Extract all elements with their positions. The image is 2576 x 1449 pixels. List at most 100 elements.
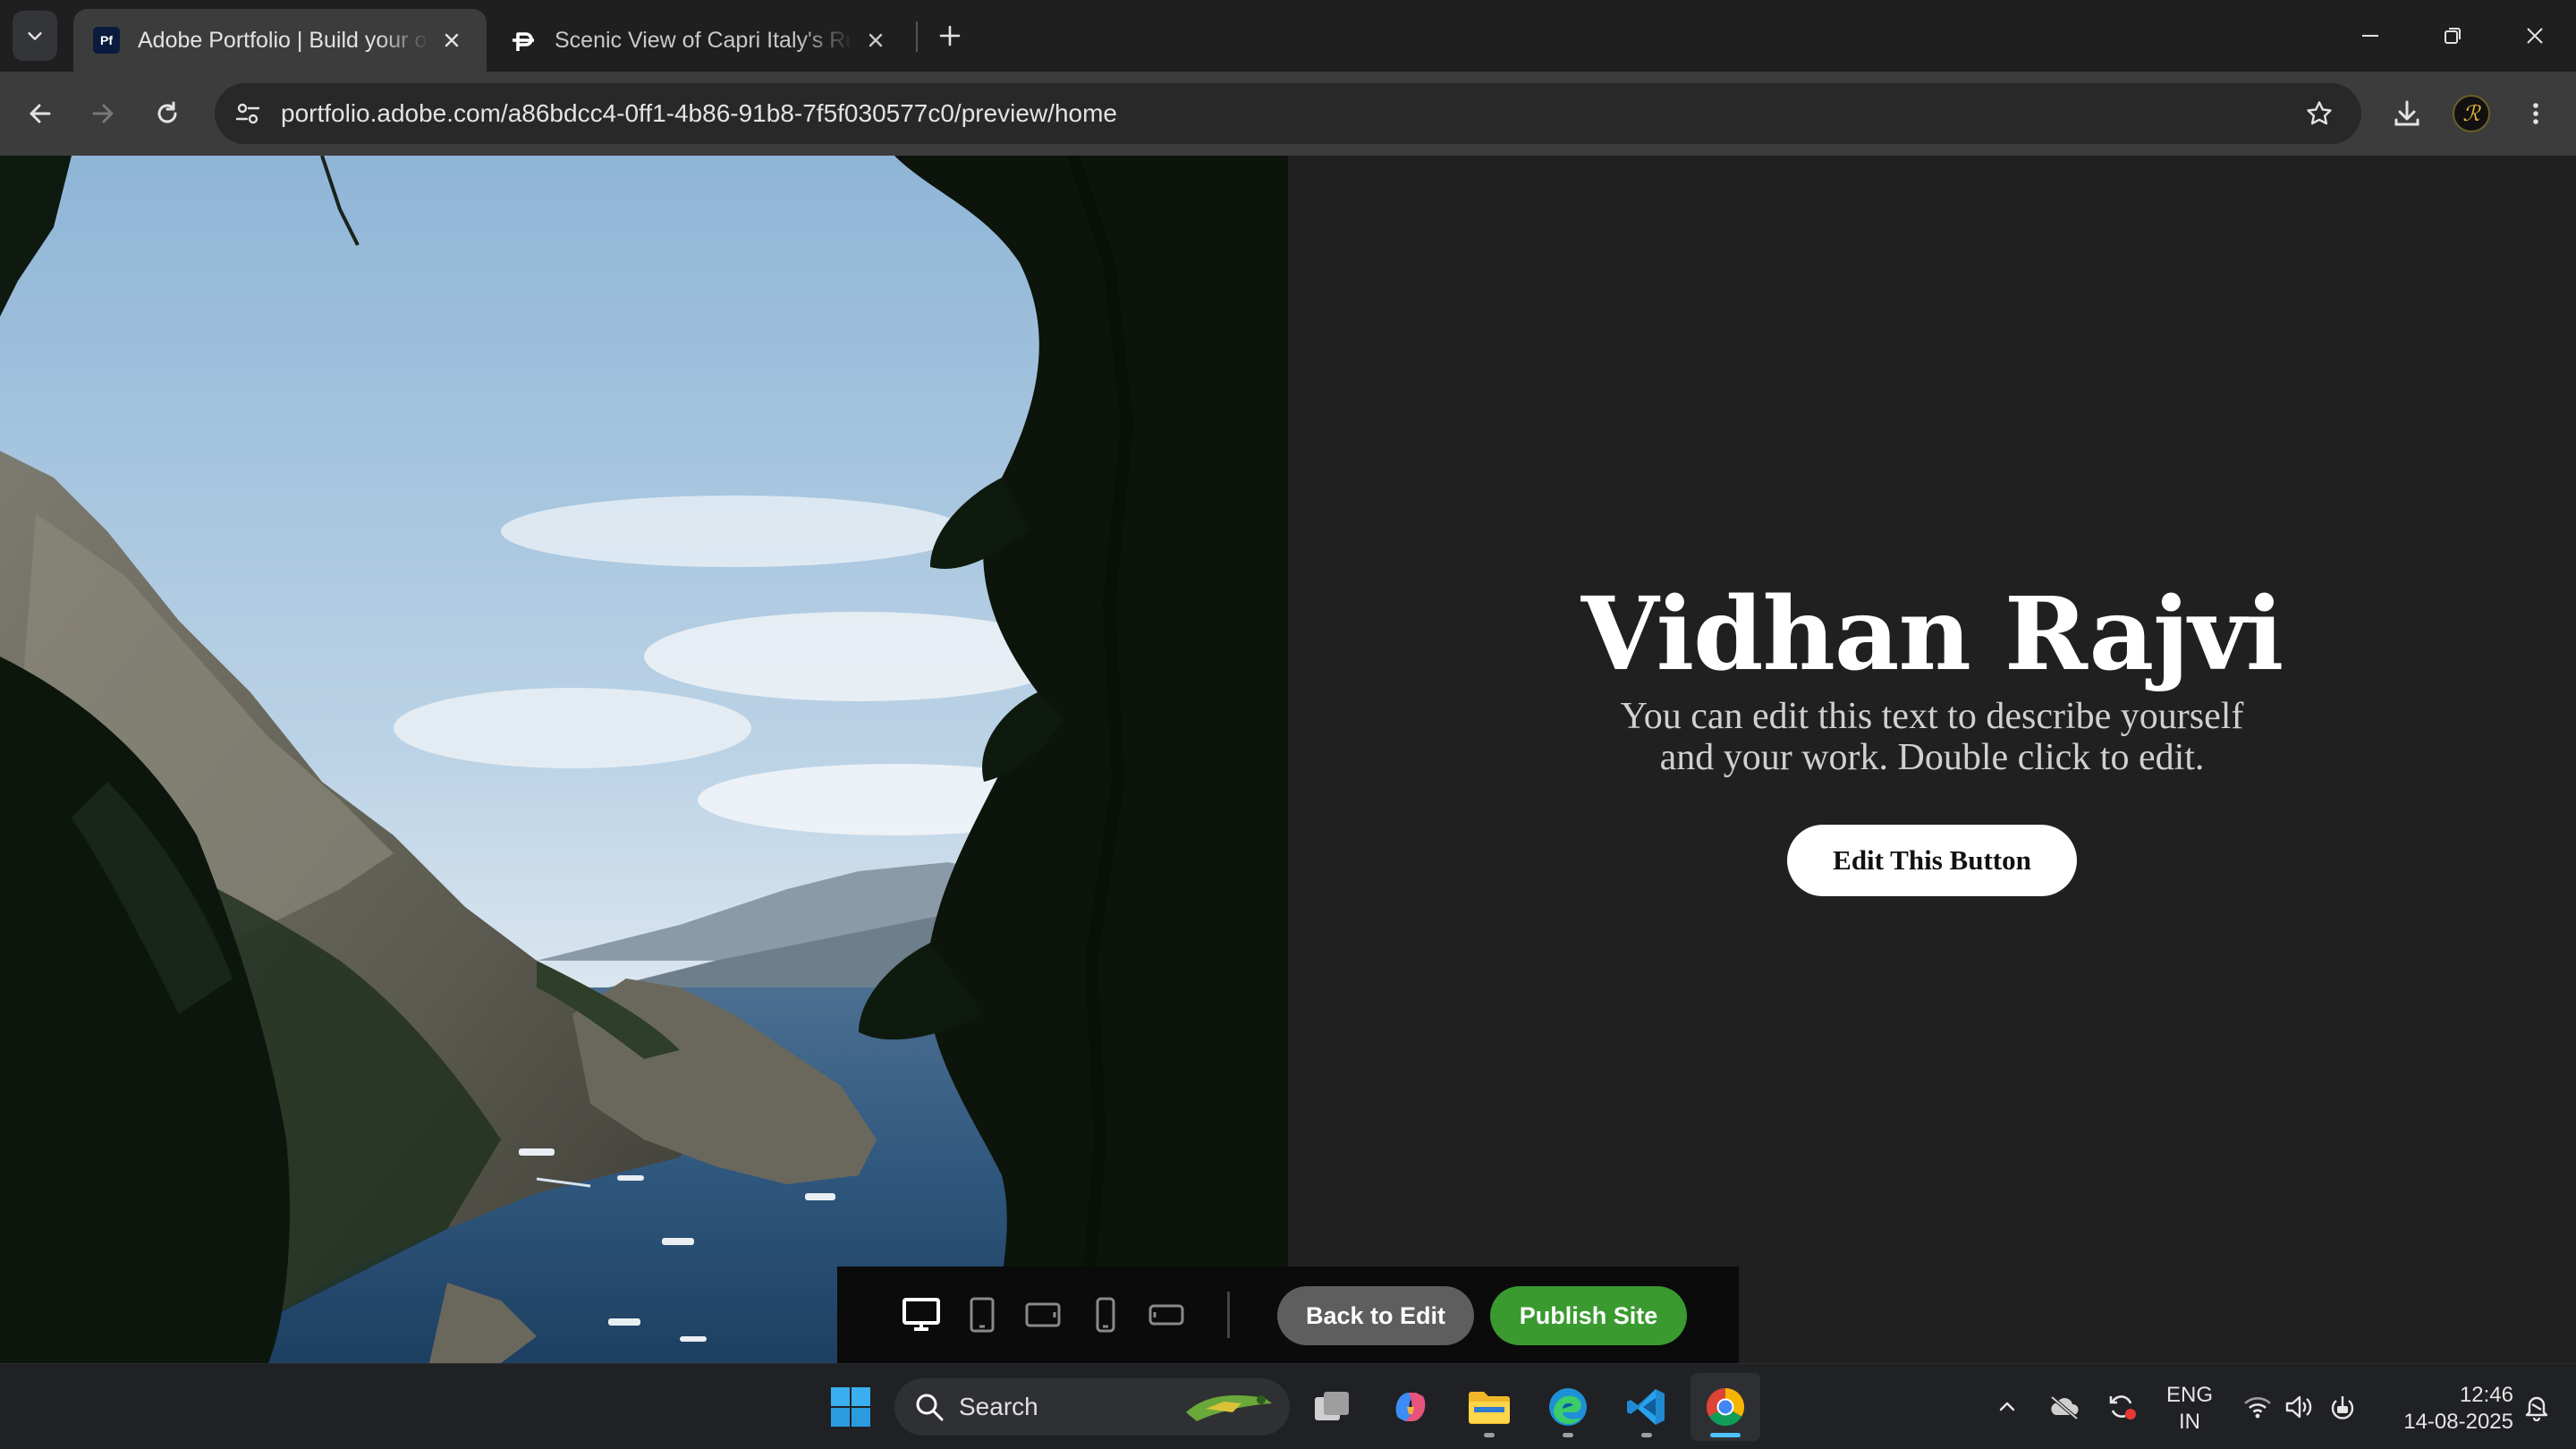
folder-icon: [1469, 1392, 1510, 1424]
tab-search-button[interactable]: [13, 11, 57, 61]
close-tab-icon[interactable]: [436, 25, 467, 55]
address-bar[interactable]: portfolio.adobe.com/a86bdcc4-0ff1-4b86-9…: [215, 83, 2361, 144]
language-indicator[interactable]: ENG IN: [2157, 1382, 2222, 1436]
search-highlight-icon: [1186, 1395, 1272, 1421]
site-owner-name: Vidhan Rajvi: [1580, 576, 2284, 693]
notification-bell-icon: [2525, 1396, 2548, 1421]
notifications-button[interactable]: [2510, 1364, 2563, 1449]
search-placeholder: Search: [959, 1393, 1038, 1420]
clock-time: 12:46: [2459, 1383, 2513, 1407]
phone-portrait-preview-button[interactable]: [1084, 1293, 1127, 1336]
phone-portrait-icon: [1096, 1297, 1115, 1333]
plus-icon: [939, 25, 961, 47]
bookmark-star-icon[interactable]: [2301, 95, 2338, 132]
running-indicator: [1641, 1433, 1652, 1437]
capri-coastline-photo: [0, 156, 1288, 1363]
new-tab-button[interactable]: [930, 16, 970, 55]
sync-tray-icon[interactable]: [2102, 1364, 2141, 1449]
copilot-button[interactable]: [1376, 1373, 1445, 1441]
favicon-text: Pf: [100, 33, 113, 47]
language-code: ENG: [2165, 1383, 2213, 1407]
back-button[interactable]: [18, 91, 63, 136]
profile-monogram-icon: ℛ: [2453, 95, 2490, 132]
running-indicator: [1710, 1433, 1741, 1437]
chevron-up-icon: [1999, 1402, 2015, 1411]
hero-description: You can edit this text to describe yours…: [1620, 696, 2244, 778]
tab-separator: [916, 21, 918, 52]
start-button[interactable]: [816, 1373, 886, 1441]
portfolio-preview-page: Vidhan Rajvi You can edit this text to d…: [0, 156, 2576, 1363]
file-explorer-button[interactable]: [1454, 1373, 1524, 1441]
edge-icon: [1549, 1388, 1587, 1426]
windows-start-icon: [831, 1387, 870, 1427]
taskbar-search-box[interactable]: Search: [894, 1378, 1290, 1436]
adobe-portfolio-favicon-icon: Pf: [93, 27, 120, 54]
tablet-portrait-preview-button[interactable]: [961, 1293, 1004, 1336]
profile-avatar[interactable]: ℛ: [2449, 91, 2494, 136]
windows-taskbar: Search ENG IN 12:46 14-08-2025: [0, 1363, 2576, 1449]
url-text[interactable]: portfolio.adobe.com/a86bdcc4-0ff1-4b86-9…: [281, 83, 1117, 144]
phone-landscape-preview-button[interactable]: [1145, 1293, 1188, 1336]
close-window-button[interactable]: [2494, 0, 2576, 72]
vscode-button[interactable]: [1612, 1373, 1682, 1441]
reload-button[interactable]: [145, 91, 190, 136]
tab-title: Scenic View of Capri Italy's Rugged Coas…: [555, 27, 853, 53]
edit-this-button[interactable]: Edit This Button: [1787, 825, 2077, 896]
arrow-left-icon: [30, 104, 51, 123]
wifi-tray-icon[interactable]: [2240, 1364, 2275, 1449]
close-tab-icon[interactable]: [860, 25, 891, 55]
tablet-portrait-icon: [970, 1297, 995, 1333]
site-info-icon[interactable]: [229, 95, 267, 132]
task-view-icon: [1315, 1392, 1349, 1420]
show-hidden-icons-button[interactable]: [1987, 1364, 2027, 1449]
browser-menu-button[interactable]: [2513, 91, 2558, 136]
arrow-right-icon: [92, 104, 114, 123]
vscode-icon: [1627, 1389, 1665, 1425]
preview-toolbar: Back to Edit Publish Site: [837, 1267, 1739, 1363]
hero-section: Vidhan Rajvi You can edit this text to d…: [1288, 156, 2576, 1363]
running-indicator: [1484, 1433, 1495, 1437]
edge-button[interactable]: [1533, 1373, 1603, 1441]
download-icon: [2394, 100, 2419, 126]
pexels-favicon-icon: [510, 27, 537, 54]
chevron-down-icon: [28, 32, 42, 40]
search-icon: [916, 1394, 944, 1421]
back-to-edit-button[interactable]: Back to Edit: [1277, 1286, 1474, 1345]
volume-tray-icon[interactable]: [2281, 1364, 2317, 1449]
onedrive-tray-icon[interactable]: [2045, 1364, 2084, 1449]
preview-toolbar-divider: [1227, 1292, 1230, 1338]
tab-adobe-portfolio[interactable]: Pf Adobe Portfolio | Build your own pers…: [73, 9, 487, 72]
tablet-landscape-icon: [1025, 1302, 1061, 1327]
phone-landscape-icon: [1148, 1304, 1184, 1326]
clock-date: 14-08-2025: [2403, 1410, 2513, 1434]
system-clock[interactable]: 12:46 14-08-2025: [2379, 1382, 2513, 1436]
speaker-icon: [2285, 1395, 2312, 1419]
wifi-icon: [2244, 1397, 2271, 1419]
reload-icon: [157, 101, 177, 123]
desktop-icon: [902, 1298, 940, 1331]
battery-tray-icon[interactable]: [2324, 1364, 2361, 1449]
copilot-icon: [1395, 1393, 1426, 1421]
battery-charging-icon: [2331, 1396, 2354, 1419]
tab-strip: Pf Adobe Portfolio | Build your own pers…: [0, 0, 2576, 72]
region-code: IN: [2179, 1410, 2200, 1434]
tab-title: Adobe Portfolio | Build your own persona…: [138, 27, 429, 53]
sync-alert-icon: [2109, 1395, 2136, 1419]
tab-scenic-view[interactable]: Scenic View of Capri Italy's Rugged Coas…: [490, 9, 911, 72]
running-indicator: [1563, 1433, 1573, 1437]
downloads-button[interactable]: [2385, 91, 2429, 136]
tablet-landscape-preview-button[interactable]: [1021, 1293, 1064, 1336]
publish-site-button[interactable]: Publish Site: [1490, 1286, 1687, 1345]
desktop-preview-button[interactable]: [900, 1293, 943, 1336]
restore-button[interactable]: [2411, 0, 2494, 72]
close-icon: [2527, 28, 2543, 44]
task-view-button[interactable]: [1297, 1373, 1367, 1441]
minimize-button[interactable]: [2329, 0, 2411, 72]
forward-button[interactable]: [80, 91, 125, 136]
chrome-icon: [1706, 1388, 1745, 1427]
restore-icon: [2445, 28, 2461, 44]
minimize-icon: [2362, 35, 2378, 37]
more-vertical-icon: [2533, 103, 2538, 124]
chrome-button[interactable]: [1690, 1373, 1760, 1441]
cloud-off-icon: [2050, 1395, 2079, 1420]
